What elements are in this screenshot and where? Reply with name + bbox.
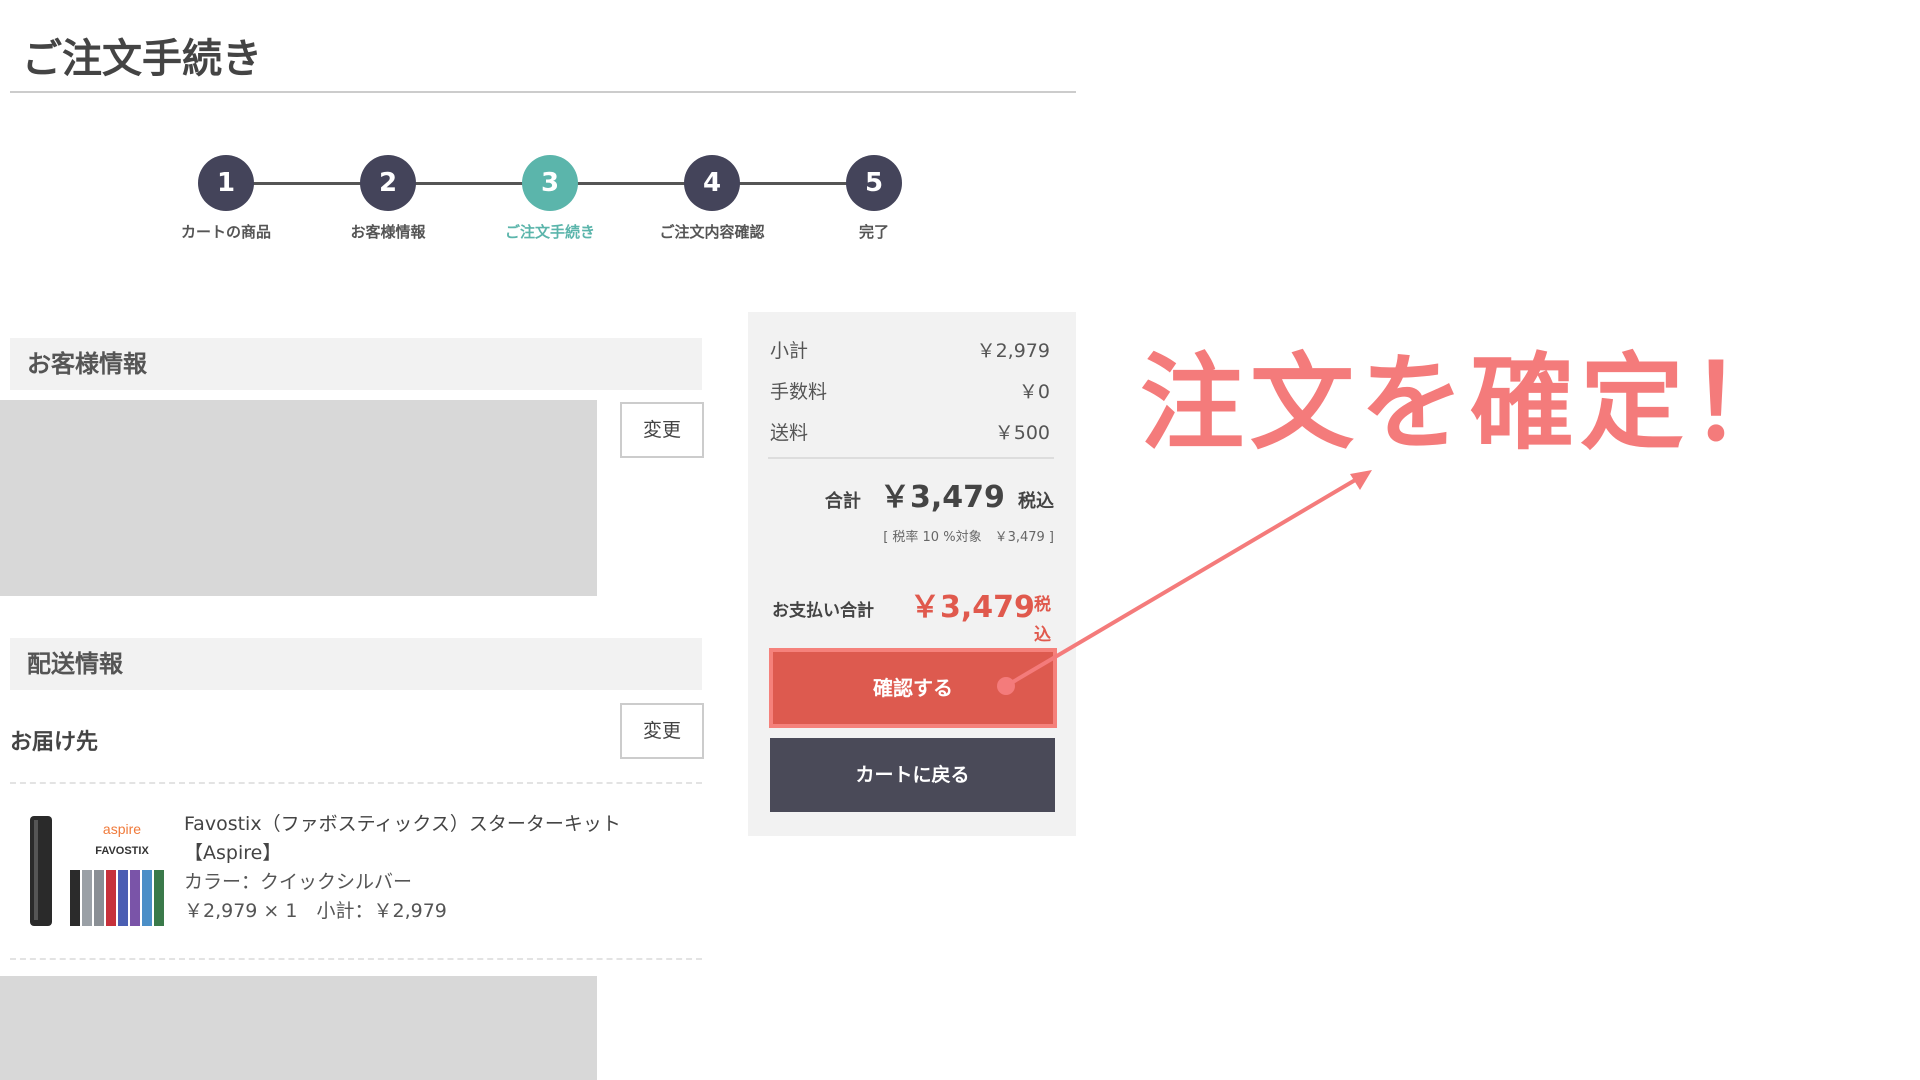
annotation-arrow: [997, 470, 1372, 695]
